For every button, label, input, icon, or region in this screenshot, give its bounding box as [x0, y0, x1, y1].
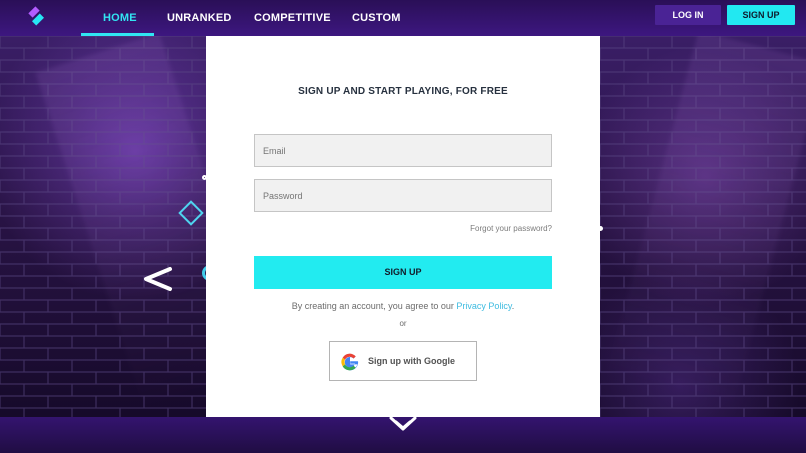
signup-button[interactable]: SIGN UP [727, 5, 795, 25]
terms-prefix: By creating an account, you agree to our [291, 301, 457, 311]
nav-item-custom[interactable]: CUSTOM [352, 0, 401, 36]
or-separator: or [399, 319, 407, 328]
google-signup-label: Sign up with Google [368, 356, 455, 366]
terms-text: By creating an account, you agree to our… [206, 301, 600, 311]
google-signup-button[interactable]: Sign up with Google [329, 341, 477, 381]
chevron-down-icon[interactable] [387, 414, 419, 436]
top-navigation-bar: HOME UNRANKED COMPETITIVE CUSTOM LOG IN … [0, 0, 806, 36]
password-field[interactable] [254, 179, 552, 212]
privacy-policy-link[interactable]: Privacy Policy [456, 301, 511, 311]
signup-modal: SIGN UP AND START PLAYING, FOR FREE Forg… [206, 36, 600, 417]
chevron-left-icon[interactable] [137, 262, 175, 296]
forgot-password-link[interactable]: Forgot your password? [458, 224, 552, 233]
email-field[interactable] [254, 134, 552, 167]
signup-submit-button[interactable]: SIGN UP [254, 256, 552, 289]
google-icon [341, 353, 359, 371]
login-button[interactable]: LOG IN [655, 5, 721, 25]
nav-item-unranked[interactable]: UNRANKED [167, 0, 232, 36]
signup-title: SIGN UP AND START PLAYING, FOR FREE [298, 86, 508, 97]
nav-item-home[interactable]: HOME [103, 0, 137, 36]
nav-item-competitive[interactable]: COMPETITIVE [254, 0, 331, 36]
logo-icon[interactable] [24, 6, 50, 30]
active-nav-underline [81, 33, 154, 36]
terms-suffix: . [511, 301, 515, 311]
